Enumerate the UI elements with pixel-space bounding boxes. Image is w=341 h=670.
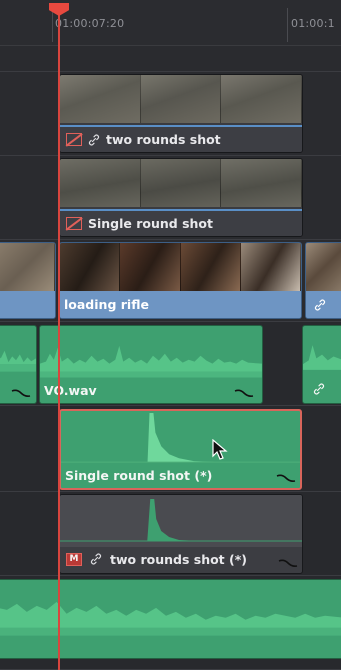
thumbnail-frame <box>221 159 302 207</box>
clip-label-bar <box>306 291 341 318</box>
video-clip-previous[interactable] <box>0 242 56 319</box>
clip-disabled-icon <box>66 217 82 230</box>
thumbnail-frame <box>140 159 222 207</box>
clip-thumbnails <box>60 243 301 291</box>
thumbnail-frame <box>60 243 121 291</box>
clip-label-bar: Single round shot <box>60 209 302 236</box>
clip-name: loading rifle <box>64 297 149 312</box>
playhead-line[interactable] <box>58 10 60 670</box>
clip-name: two rounds shot <box>106 132 221 147</box>
clip-thumbnails <box>306 243 341 291</box>
clip-thumbnails <box>60 75 302 123</box>
link-icon <box>90 553 102 565</box>
video-clip-two-rounds-shot[interactable]: two rounds shot <box>59 74 303 153</box>
thumbnail-frame <box>60 159 141 207</box>
clip-name: Single round shot (*) <box>65 468 213 483</box>
audio-clip-single-round-shot[interactable]: Single round shot (*) <box>59 409 302 490</box>
clip-label-bar: loading rifle <box>60 291 301 318</box>
clip-thumbnails <box>60 159 302 207</box>
audio-fade-icon[interactable] <box>276 472 296 484</box>
clip-name: VO.wav <box>44 383 97 398</box>
clip-label-bar: M two rounds shot (*) <box>60 545 302 573</box>
thumbnail-frame <box>140 75 222 123</box>
audio-fade-icon[interactable] <box>11 387 31 399</box>
audio-fade-icon[interactable] <box>234 387 254 399</box>
audio-clip-previous[interactable] <box>0 325 37 404</box>
clip-name: two rounds shot (*) <box>110 551 247 567</box>
audio-waveform <box>60 499 302 542</box>
clip-name: Single round shot <box>88 216 213 231</box>
video-clip-loading-rifle[interactable]: loading rifle <box>59 242 302 319</box>
video-clip-single-round-shot[interactable]: Single round shot <box>59 158 303 237</box>
thumbnail-frame <box>306 243 341 291</box>
clip-waveform-area <box>60 495 302 547</box>
timecode-label: 01:00:07:20 <box>55 17 125 30</box>
video-clip-next[interactable] <box>305 242 341 319</box>
link-icon <box>313 383 325 395</box>
thumbnail-frame <box>221 75 302 123</box>
link-icon <box>88 134 100 145</box>
ruler-tick <box>287 8 288 42</box>
thumbnail-frame <box>120 243 181 291</box>
timeline[interactable]: 01:00:07:20 01:00:1 two rounds shot Sing… <box>0 0 341 670</box>
clip-disabled-icon <box>66 133 82 146</box>
audio-clip-two-rounds-shot[interactable]: M two rounds shot (*) <box>59 494 303 574</box>
mute-badge: M <box>66 552 82 566</box>
ruler-tick <box>52 8 53 42</box>
clip-thumbnails <box>0 243 55 291</box>
clip-label-bar <box>0 291 55 318</box>
thumbnail-frame <box>60 75 141 123</box>
audio-waveform <box>0 601 341 636</box>
link-icon <box>314 299 326 310</box>
track-lane <box>0 46 341 72</box>
thumbnail-frame <box>180 243 241 291</box>
audio-clip-vo-wav[interactable]: VO.wav <box>39 325 263 404</box>
clip-label-bar: two rounds shot <box>60 125 302 152</box>
thumbnail-frame <box>0 243 55 291</box>
mouse-cursor-icon <box>212 439 228 460</box>
audio-clip-next[interactable] <box>302 325 341 404</box>
thumbnail-frame <box>240 243 301 291</box>
audio-fade-icon[interactable] <box>278 557 298 569</box>
timecode-label: 01:00:1 <box>291 17 335 30</box>
audio-clip-music[interactable] <box>0 579 341 659</box>
